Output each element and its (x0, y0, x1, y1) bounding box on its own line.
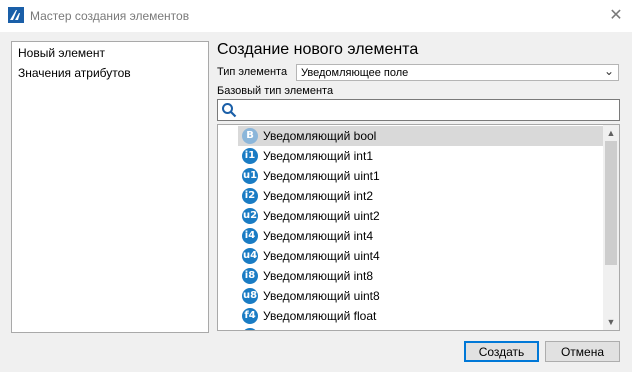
list-item[interactable]: u8 Уведомляющий uint8 (238, 286, 604, 306)
list-item-label: Уведомляющий float (263, 309, 377, 323)
scroll-down-icon[interactable]: ▼ (603, 314, 619, 330)
scrollbar-thumb[interactable] (605, 141, 617, 265)
list-item[interactable]: B Уведомляющий bool (238, 126, 604, 146)
list-item[interactable] (238, 326, 604, 330)
list-item[interactable]: i8 Уведомляющий int8 (238, 266, 604, 286)
list-item-label: Уведомляющий bool (263, 129, 377, 143)
element-type-value: Уведомляющее поле (301, 67, 409, 79)
float-type-icon: f4 (242, 308, 258, 324)
list-item[interactable]: u1 Уведомляющий uint1 (238, 166, 604, 186)
step-new-element[interactable]: Новый элемент (18, 46, 105, 60)
list-item-label: Уведомляющий uint8 (263, 289, 380, 303)
list-item-label: Уведомляющий uint4 (263, 249, 380, 263)
page-title: Создание нового элемента (217, 41, 419, 58)
scroll-up-icon[interactable]: ▲ (603, 125, 619, 141)
list-item[interactable]: u2 Уведомляющий uint2 (238, 206, 604, 226)
search-input[interactable] (217, 99, 620, 121)
type-icon (242, 328, 258, 330)
list-item[interactable]: u4 Уведомляющий uint4 (238, 246, 604, 266)
list-item-label: Уведомляющий uint1 (263, 169, 380, 183)
element-type-select[interactable]: Уведомляющее поле ⌄ (296, 64, 619, 81)
uint-type-icon: u2 (242, 208, 258, 224)
create-button[interactable]: Создать (464, 341, 539, 362)
close-icon[interactable]: ✕ (600, 0, 632, 30)
window-title: Мастер создания элементов (30, 9, 190, 23)
list-item-label: Уведомляющий int2 (263, 189, 373, 203)
list-item[interactable]: i2 Уведомляющий int2 (238, 186, 604, 206)
uint-type-icon: u1 (242, 168, 258, 184)
base-type-label: Базовый тип элемента (217, 85, 334, 97)
cancel-button[interactable]: Отмена (545, 341, 620, 362)
list-item-label: Уведомляющий int4 (263, 229, 373, 243)
title-bar: Мастер создания элементов ✕ (0, 0, 632, 32)
int-type-icon: i1 (242, 148, 258, 164)
list-scrollbar[interactable]: ▲ ▼ (603, 125, 619, 330)
uint-type-icon: u8 (242, 288, 258, 304)
app-logo-icon (8, 7, 24, 23)
int-type-icon: i4 (242, 228, 258, 244)
list-item[interactable]: i4 Уведомляющий int4 (238, 226, 604, 246)
list-item-label: Уведомляющий int8 (263, 269, 373, 283)
steps-panel: Новый элемент Значения атрибутов (11, 41, 209, 333)
list-item[interactable]: f4 Уведомляющий float (238, 306, 604, 326)
list-item-label: Уведомляющий int1 (263, 149, 373, 163)
int-type-icon: i8 (242, 268, 258, 284)
base-type-list[interactable]: B Уведомляющий bool i1 Уведомляющий int1… (217, 124, 620, 331)
int-type-icon: i2 (242, 188, 258, 204)
bool-type-icon: B (242, 128, 258, 144)
list-item[interactable]: i1 Уведомляющий int1 (238, 146, 604, 166)
element-type-label: Тип элемента (217, 66, 288, 78)
search-icon (222, 103, 237, 118)
step-attribute-values[interactable]: Значения атрибутов (18, 66, 131, 80)
uint-type-icon: u4 (242, 248, 258, 264)
chevron-down-icon: ⌄ (603, 64, 614, 78)
list-item-label: Уведомляющий uint2 (263, 209, 380, 223)
